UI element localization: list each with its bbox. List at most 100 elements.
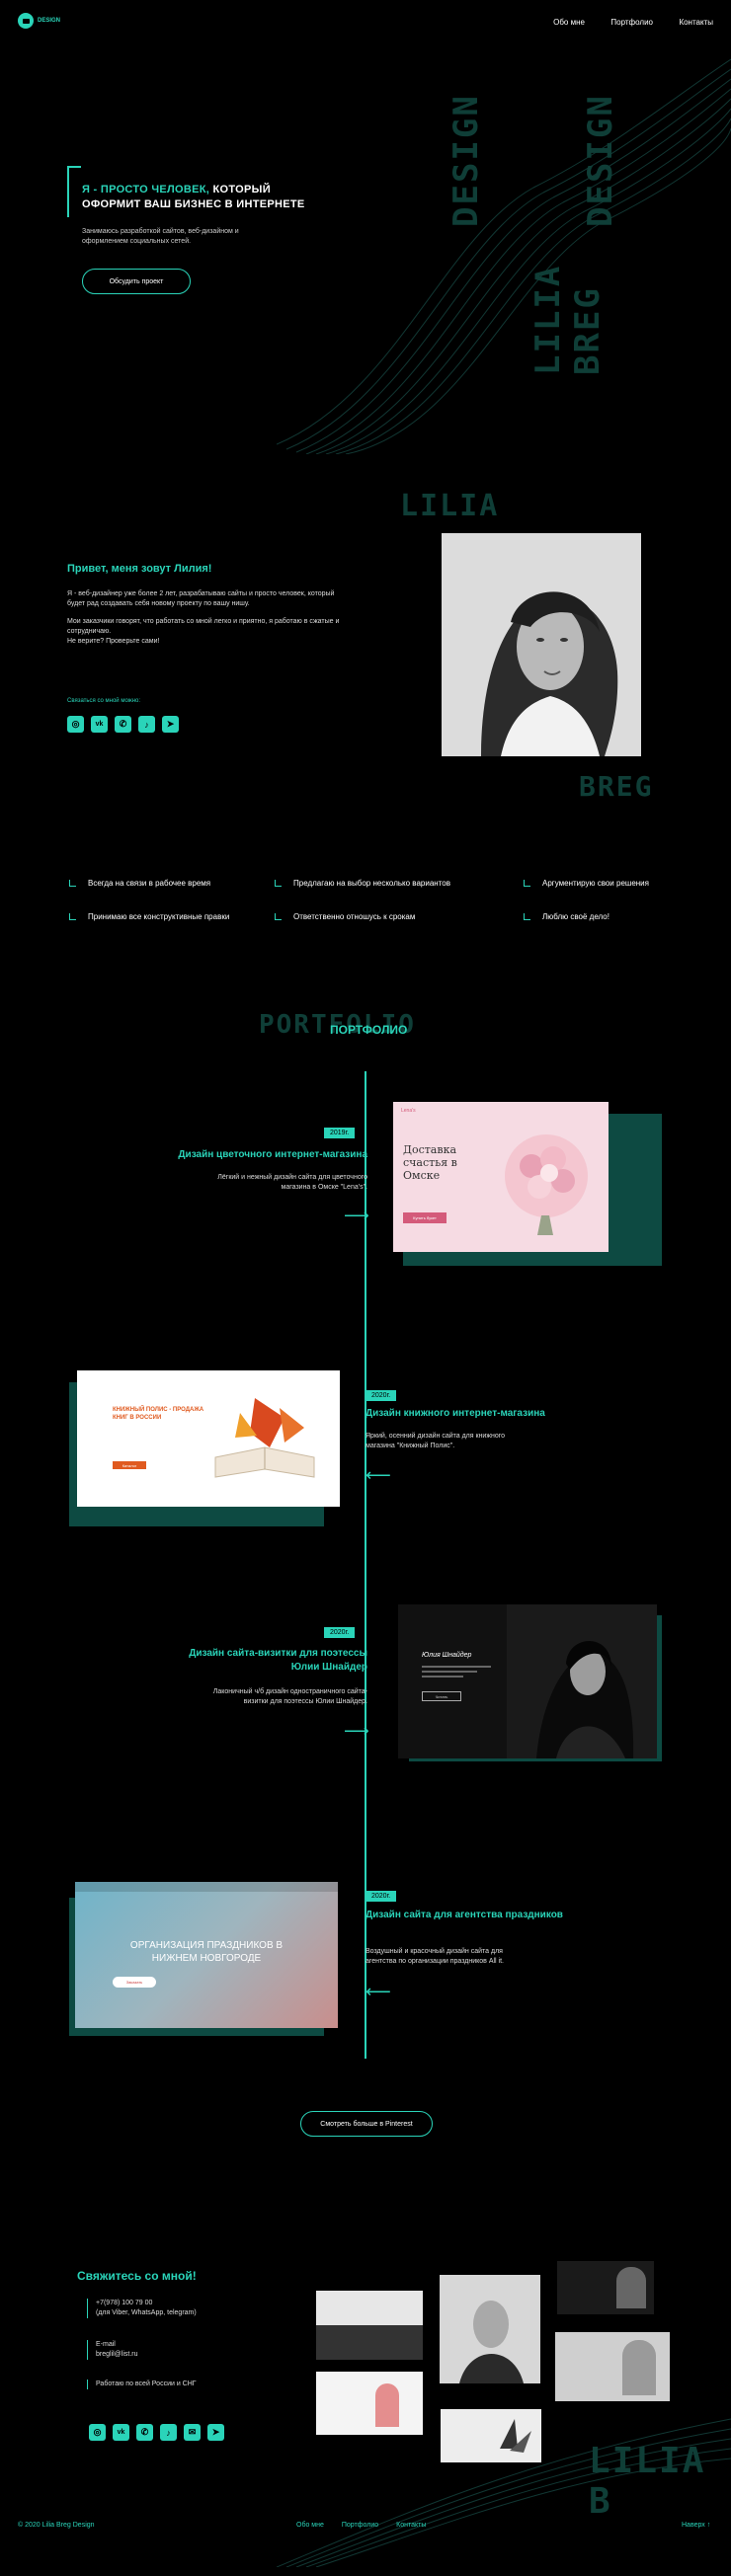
decorative-curves-hero — [277, 58, 731, 454]
footer-copyright: © 2020 Lilia Breg Design — [18, 2522, 95, 2529]
contact-phone[interactable]: +7(978) 100 79 00 — [96, 2299, 197, 2308]
pinterest-more-button[interactable]: Смотреть больше в Pinterest — [300, 2111, 433, 2137]
project-year: 2020г. — [324, 1627, 356, 1638]
about-bg-word-lilia: LILIA — [400, 489, 500, 523]
discuss-project-button[interactable]: Обсудить проект — [82, 269, 191, 294]
email-icon[interactable]: ✉ — [184, 2424, 201, 2441]
feature-text: Аргументирую свои решения — [542, 879, 649, 888]
project-year: 2020г. — [366, 1390, 397, 1401]
shot-button: Каталог — [113, 1461, 146, 1469]
telegram-icon[interactable]: ➤ — [162, 716, 179, 733]
project-description: Яркий, осенний дизайн сайта для книжного… — [366, 1432, 612, 1451]
footer-nav-portfolio[interactable]: Портфолио — [342, 2522, 378, 2529]
logo[interactable]: DESIGN — [18, 13, 60, 29]
project-title-line: Дизайн сайта для агентства праздников — [366, 1910, 563, 1920]
hero-subtitle: Занимаюсь разработкой сайтов, веб-дизайн… — [82, 227, 378, 247]
about-portrait — [442, 533, 641, 756]
nav-about[interactable]: Обо мне — [553, 18, 585, 27]
footer-nav-contacts[interactable]: Контакты — [396, 2522, 426, 2529]
feature-item: Всегда на связи в рабочее время — [69, 879, 210, 888]
project-desc-line: магазина "Книжный Полис". — [366, 1443, 455, 1449]
shot-button: Читать — [422, 1691, 461, 1701]
hero-title-rest: КОТОРЫЙ — [209, 184, 271, 195]
project-desc-line: Лёгкий и нежный дизайн сайта для цветочн… — [217, 1174, 367, 1181]
contact-email-label: E-mail — [96, 2341, 116, 2348]
corner-icon — [524, 913, 530, 920]
feature-text: Люблю своё дело! — [542, 912, 609, 921]
contact-bg-word: LILIA B — [589, 2441, 706, 2522]
feature-item: Предлагаю на выбор несколько вариантов — [275, 879, 450, 888]
shot-logo: Lena's — [401, 1108, 416, 1114]
hero-accent-bar-top — [67, 166, 81, 168]
project-title: Дизайн сайта для агентства праздников — [366, 1909, 612, 1922]
arrow-left-icon[interactable]: ⟵ — [366, 1983, 391, 2000]
viber-icon[interactable]: ♪ — [138, 716, 155, 733]
collage-thumb — [316, 2291, 423, 2360]
top-nav: Обо мне Портфолио Контакты — [531, 12, 713, 30]
shot-headline: Юлия Шнайдер — [422, 1652, 472, 1659]
whatsapp-icon[interactable]: ✆ — [136, 2424, 153, 2441]
nav-portfolio[interactable]: Портфолио — [610, 18, 653, 27]
logo-icon — [18, 13, 34, 29]
portrait-image — [442, 533, 641, 756]
hero-vertical-design-1: DESIGN — [447, 94, 486, 227]
vk-icon[interactable]: vk — [113, 2424, 129, 2441]
feature-item: Аргументирую свои решения — [524, 879, 649, 888]
corner-icon — [69, 913, 76, 920]
flower-bouquet-image — [505, 1134, 588, 1235]
contact-social-row: ◎ vk ✆ ♪ ✉ ➤ — [89, 2424, 231, 2441]
project-description: Воздушный и красочный дизайн сайта для а… — [366, 1947, 612, 1967]
project-desc-line: Воздушный и красочный дизайн сайта для — [366, 1948, 503, 1955]
footer-nav-about[interactable]: Обо мне — [296, 2522, 324, 2529]
logo-text: DESIGN — [38, 18, 61, 24]
viber-icon[interactable]: ♪ — [160, 2424, 177, 2441]
nav-contacts[interactable]: Контакты — [679, 18, 713, 27]
contact-title: Свяжитесь со мной! — [77, 2269, 197, 2283]
project-desc-line: Яркий, осенний дизайн сайта для книжного — [366, 1433, 506, 1440]
project-screenshot-party[interactable]: ОРГАНИЗАЦИЯ ПРАЗДНИКОВ В НИЖНЕМ НОВГОРОД… — [75, 1882, 338, 2028]
feature-text: Всегда на связи в рабочее время — [88, 879, 211, 888]
project-title: Дизайн цветочного интернет-магазина — [178, 1149, 367, 1160]
hero-title: Я - ПРОСТО ЧЕЛОВЕК, КОТОРЫЙ ОФОРМИТ ВАШ … — [82, 183, 378, 212]
corner-icon — [275, 913, 282, 920]
instagram-icon[interactable]: ◎ — [67, 716, 84, 733]
project-screenshot-books[interactable]: КНИЖНЫЙ ПОЛИС - ПРОДАЖА КНИГ В РОССИИ Ка… — [77, 1370, 340, 1507]
instagram-icon[interactable]: ◎ — [89, 2424, 106, 2441]
portfolio-title: ПОРТФОЛИО — [330, 1023, 408, 1037]
project-screenshot-poet[interactable]: Юлия Шнайдер Читать — [398, 1604, 657, 1758]
feature-text: Ответственно отношусь к срокам — [293, 912, 416, 921]
about-paragraph-3: Не верите? Проверьте сами! — [67, 638, 160, 645]
collage-thumb — [441, 2409, 541, 2462]
feature-text: Предлагаю на выбор несколько вариантов — [293, 879, 450, 888]
project-desc-line: Лаконичный ч/б дизайн одностраничного са… — [212, 1688, 367, 1695]
shot-button: Купить букет — [403, 1212, 447, 1223]
shot-headline: Доставка счастья в Омске — [403, 1143, 457, 1182]
about-paragraph-1: Я - веб-дизайнер уже более 2 лет, разраб… — [67, 590, 335, 607]
arrow-left-icon[interactable]: ⟵ — [366, 1466, 391, 1484]
arrow-right-icon[interactable]: ⟶ — [344, 1207, 369, 1224]
collage-thumb — [316, 2372, 423, 2435]
collage-thumb — [440, 2275, 540, 2383]
telegram-icon[interactable]: ➤ — [207, 2424, 224, 2441]
feature-item: Ответственно отношусь к срокам — [275, 912, 415, 921]
back-to-top-link[interactable]: Наверх ↑ — [682, 2522, 710, 2529]
project-screenshot-flowers[interactable]: Lena's Доставка счастья в Омске Купить б… — [393, 1102, 609, 1252]
project-description: Лёгкий и нежный дизайн сайта для цветочн… — [148, 1173, 367, 1193]
shot-headline: ОРГАНИЗАЦИЯ ПРАЗДНИКОВ В НИЖНЕМ НОВГОРОД… — [129, 1940, 284, 1964]
project-title-line: Дизайн сайта-визитки для поэтессы — [189, 1648, 367, 1659]
vk-icon[interactable]: vk — [91, 716, 108, 733]
contact-email[interactable]: breglil@list.ru — [96, 2350, 138, 2360]
hero-title-line2: ОФОРМИТ ВАШ БИЗНЕС В ИНТЕРНЕТЕ — [82, 198, 305, 210]
project-title-line: Юлии Шнайдер — [290, 1662, 367, 1673]
contact-email-block: E-mail breglil@list.ru — [87, 2340, 138, 2360]
hero-title-accent: Я - ПРОСТО ЧЕЛОВЕК, — [82, 184, 210, 195]
contact-phone-note: (для Viber, WhatsApp, telegram) — [96, 2309, 197, 2316]
whatsapp-icon[interactable]: ✆ — [115, 716, 131, 733]
project-description: Лаконичный ч/б дизайн одностраничного са… — [138, 1687, 367, 1707]
feature-item: Принимаю все конструктивные правки — [69, 912, 229, 921]
project-title: Дизайн книжного интернет-магазина — [366, 1408, 545, 1419]
arrow-right-icon[interactable]: ⟶ — [344, 1722, 369, 1740]
contact-work-area: Работаю по всей России и СНГ — [96, 2381, 197, 2387]
about-bg-word-breg: BREG — [579, 770, 654, 803]
about-social-label: Связаться со мной можно: — [67, 698, 141, 704]
